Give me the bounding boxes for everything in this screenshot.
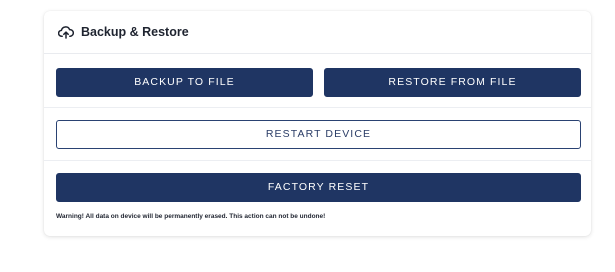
backup-restore-card: Backup & Restore BACKUP TO FILE RESTORE … — [44, 11, 591, 236]
divider — [44, 107, 591, 108]
card-header: Backup & Restore — [44, 11, 591, 54]
restart-device-button[interactable]: RESTART DEVICE — [56, 120, 581, 149]
restore-from-file-button[interactable]: RESTORE FROM FILE — [324, 68, 581, 97]
factory-reset-warning: Warning! All data on device will be perm… — [56, 213, 326, 220]
cloud-upload-icon — [57, 24, 75, 40]
backup-to-file-button[interactable]: BACKUP TO FILE — [56, 68, 313, 97]
divider — [44, 160, 591, 161]
factory-reset-button[interactable]: FACTORY RESET — [56, 173, 581, 202]
card-title: Backup & Restore — [81, 25, 189, 39]
